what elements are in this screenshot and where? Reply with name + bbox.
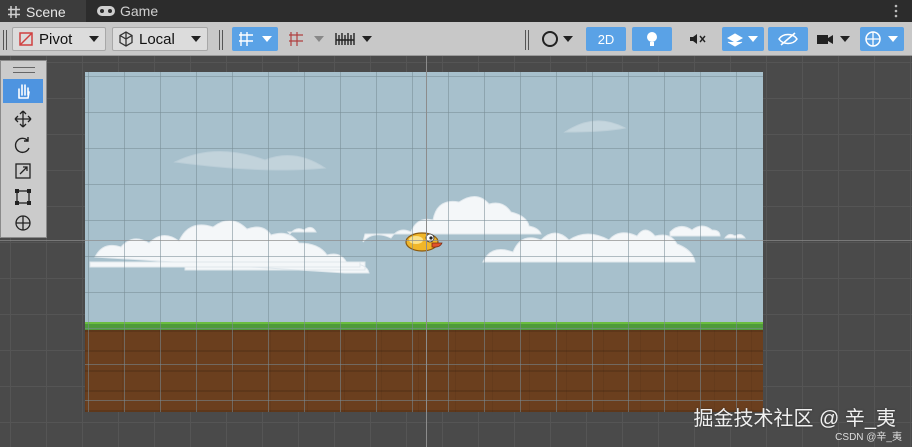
cube-icon [119,31,133,47]
local-label: Local [139,30,175,48]
transform-tool-button[interactable] [3,211,43,235]
chevron-down-icon [840,36,850,42]
chevron-down-icon [262,36,272,42]
grid-axis-vertical [426,56,427,447]
editor-tab-bar: Scene Game [0,0,912,22]
chevron-down-icon [748,36,758,42]
watermark-text: 掘金技术社区 @ 辛_夷 [693,408,896,430]
local-dropdown[interactable]: Local [112,27,208,51]
chevron-down-icon [314,36,324,42]
palette-drag-handle-icon[interactable] [13,67,35,73]
scale-icon [15,163,31,179]
chevron-down-icon [563,36,573,42]
increment-snap-button[interactable] [284,27,330,51]
magnet-grid-icon [289,32,303,46]
grid-axis-horizontal [0,240,912,241]
grid-snap-icon [239,32,253,46]
chevron-down-icon [888,36,898,42]
chevron-down-icon [191,36,201,42]
gamepad-icon [97,6,115,16]
hand-icon [18,84,30,99]
game-world [85,72,763,412]
gizmos-dropdown[interactable] [860,27,904,51]
credit-text: CSDN @辛_夷 [835,432,902,443]
draw-mode-dropdown[interactable] [537,27,579,51]
grid-snap-button[interactable] [232,27,278,51]
gizmo-globe-icon [865,31,881,47]
tab-scene-label: Scene [26,4,66,20]
rect-transform-icon [15,189,31,205]
scale-tool-button[interactable] [3,159,43,183]
chevron-down-icon [362,36,372,42]
eye-hidden-icon [778,32,798,46]
toolbar-grip-icon[interactable] [3,30,7,50]
ruler-icon [335,33,355,45]
rotate-tool-button[interactable] [3,133,43,157]
toolbar-grip-icon[interactable] [219,30,223,50]
move-arrows-icon [14,110,32,128]
rotate-icon [14,137,30,154]
grid-visibility-button[interactable] [334,27,378,51]
camera-icon [817,35,833,44]
layers-icon [726,33,744,47]
chevron-down-icon [89,36,99,42]
hidden-objects-toggle[interactable] [768,27,808,51]
scene-viewport[interactable] [0,56,912,447]
hash-icon [8,6,20,18]
pivot-icon [19,32,33,46]
tab-game-label: Game [120,3,159,19]
hand-tool-button[interactable] [3,79,43,103]
audio-toggle[interactable] [678,27,718,51]
rect-tool-button[interactable] [3,185,43,209]
tools-palette [0,60,47,238]
lighting-toggle[interactable] [632,27,672,51]
pivot-label: Pivot [39,30,73,48]
speaker-muted-icon [690,34,706,44]
mode-2d-label: 2D [597,31,615,47]
tab-game[interactable]: Game [90,0,200,22]
scene-toolbar: Pivot Local 2D [0,22,912,56]
mode-2d-toggle[interactable]: 2D [586,27,626,51]
effects-dropdown[interactable] [722,27,764,51]
toolbar-grip-icon[interactable] [525,30,529,50]
lightbulb-icon [647,32,657,46]
pivot-dropdown[interactable]: Pivot [12,27,106,51]
move-tool-button[interactable] [3,107,43,131]
transform-icon [15,215,31,231]
tab-scene[interactable]: Scene [0,0,86,22]
world-grid-overlay [85,72,763,412]
shaded-sphere-icon [542,31,558,47]
more-options-icon[interactable] [894,3,898,19]
camera-dropdown[interactable] [812,27,856,51]
